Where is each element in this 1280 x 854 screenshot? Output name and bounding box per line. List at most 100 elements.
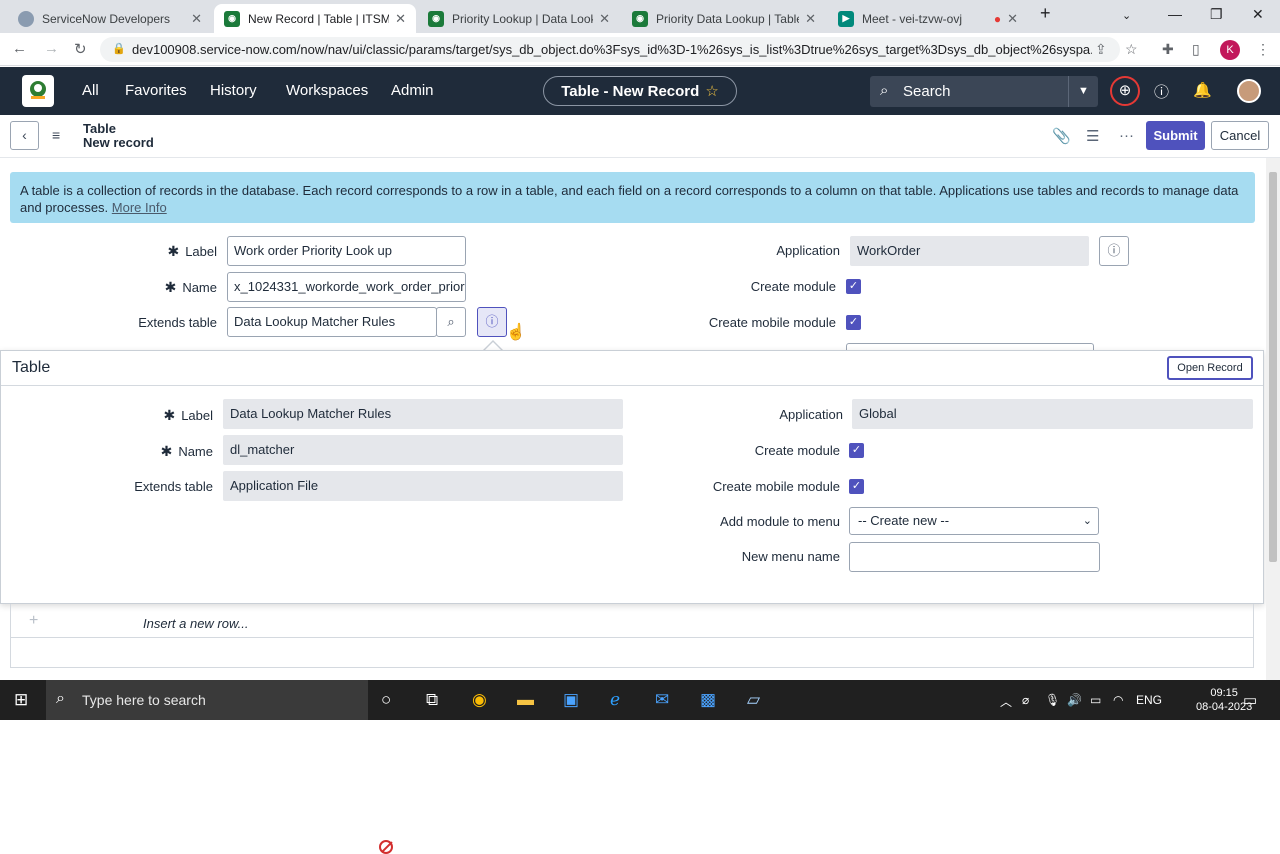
notepad-icon[interactable]: ▱ [747,690,760,710]
maximize-icon[interactable]: ❐ [1210,6,1223,23]
user-avatar[interactable] [1237,79,1261,103]
close-tab-icon[interactable]: ✕ [395,11,406,27]
company-logo[interactable] [22,75,54,107]
close-tab-icon[interactable]: ✕ [191,11,202,27]
url-field[interactable]: 🔒 dev100908.service-now.com/now/nav/ui/c… [100,37,1120,62]
nav-admin[interactable]: Admin [391,82,434,99]
back-button[interactable]: ‹ [10,121,39,150]
url-text: dev100908.service-now.com/now/nav/ui/cla… [132,42,1092,57]
nav-favorites[interactable]: Favorites [125,82,187,99]
insert-row-text: Insert a new row... [143,616,249,631]
edge-icon[interactable]: ℯ [610,690,620,710]
nav-all[interactable]: All [82,82,99,99]
close-window-icon[interactable]: ✕ [1252,6,1264,23]
more-info-link[interactable]: More Info [112,200,167,215]
attachment-icon[interactable]: 📎 [1052,127,1071,145]
nav-workspaces[interactable]: Workspaces [286,82,368,99]
context-pill[interactable]: Table - New Record ☆ [543,76,737,106]
mouse-pointer-icon: ☝ [506,324,526,341]
label-input[interactable]: Work order Priority Look up [227,236,466,266]
insert-row[interactable]: + Insert a new row... [11,604,1253,638]
popup-application-field-label: Application [779,407,843,422]
global-search[interactable]: ⌕ Search ▼ [870,76,1098,107]
file-explorer-icon[interactable]: ▬ [517,690,534,710]
windows-start-icon[interactable]: ⊞ [14,690,28,710]
mail-icon[interactable]: ✉ [655,690,669,710]
help-icon[interactable]: ⓘ [1154,81,1169,102]
label-field-label: ✱ Label [167,243,217,259]
wifi-icon[interactable]: ◠ [1113,693,1123,707]
form-title-new-record: New record [83,135,154,150]
share-icon[interactable]: ⇪ [1095,41,1107,58]
cortana-icon[interactable]: ○ [381,690,391,710]
profile-avatar[interactable]: K [1220,40,1240,60]
browser-tab-priority-lookup[interactable]: ◉ Priority Lookup | Data Looku ✕ [418,4,620,33]
show-hidden-icons-icon[interactable]: ︿ [1000,693,1012,710]
popup-new-menu-input[interactable] [849,542,1100,572]
favorite-star-icon[interactable]: ☆ [705,82,718,100]
notifications-bell-icon[interactable]: 🔔 [1193,81,1212,99]
tab-search-icon[interactable]: ⌄ [1122,9,1131,22]
popup-header: Table Open Record [1,351,1263,386]
chrome-icon[interactable]: ◉ [472,690,487,710]
new-tab-icon[interactable]: + [1040,3,1051,24]
page-scrollbar[interactable] [1266,158,1280,680]
microsoft-store-icon[interactable]: ▣ [563,690,579,710]
minimize-icon[interactable]: — [1168,6,1182,22]
application-value: WorkOrder [850,236,1089,266]
task-view-icon[interactable]: ⧉ [426,690,438,710]
extends-table-input[interactable]: Data Lookup Matcher Rules [227,307,437,337]
close-tab-icon[interactable]: ✕ [805,11,816,27]
context-menu-icon[interactable]: ≡ [52,127,60,143]
close-tab-icon[interactable]: ✕ [599,11,610,27]
taskbar-search[interactable]: ⌕ Type here to search [46,680,368,720]
browser-tab-servicenow-developers[interactable]: ServiceNow Developers ✕ [8,4,212,33]
close-tab-icon[interactable]: ✕ [1007,11,1018,27]
required-icon: ✱ [167,243,180,259]
notifications-muted-icon[interactable]: ⌀ [1022,693,1029,707]
extensions-icon[interactable]: ✚ [1162,41,1174,58]
popup-add-module-select[interactable]: -- Create new -- ⌄ [849,507,1099,535]
zoom-app-icon[interactable]: ▩ [700,690,716,710]
servicenow-favicon-icon: ◉ [428,10,444,27]
search-scope-dropdown-icon[interactable]: ▼ [1068,76,1098,107]
personalize-icon[interactable]: ☰ [1086,127,1099,145]
popup-application-value: Global [852,399,1253,429]
bookmark-star-icon[interactable]: ☆ [1125,41,1138,58]
back-icon[interactable]: ← [12,40,27,57]
cancel-button[interactable]: Cancel [1211,121,1269,150]
scrollbar-thumb[interactable] [1269,172,1277,562]
volume-icon[interactable]: 🔊 [1067,693,1082,707]
forward-icon[interactable]: → [44,40,59,57]
reload-icon[interactable]: ↻ [74,40,87,58]
lookup-search-icon[interactable]: ⌕ [436,307,466,337]
browser-tab-new-record[interactable]: ◉ New Record | Table | ITSM Mo ✕ [214,4,416,33]
create-module-checkbox[interactable]: ✓ [846,279,861,294]
context-pill-label: Table - New Record [561,82,700,100]
browser-menu-icon[interactable]: ⋮ [1256,41,1270,58]
search-label: Search [903,83,951,100]
create-mobile-module-checkbox[interactable]: ✓ [846,315,861,330]
submit-button[interactable]: Submit [1146,121,1205,150]
language-indicator[interactable]: ENG [1136,693,1162,707]
info-banner: A table is a collection of records in th… [10,172,1255,223]
popup-name-value: dl_matcher [223,435,623,465]
battery-icon[interactable]: ▭ [1090,693,1101,707]
required-icon: ✱ [163,407,176,423]
more-options-icon[interactable]: ··· [1119,127,1134,144]
form-title: Table New record [83,122,154,150]
reference-info-icon[interactable]: ⓘ [477,307,507,337]
extends-table-field-label: Extends table [138,315,217,330]
tab-title: ServiceNow Developers [42,11,171,26]
nav-history[interactable]: History [210,82,257,99]
name-input[interactable]: x_1024331_workorde_work_order_prior [227,272,466,302]
browser-tab-priority-data-lookup[interactable]: ◉ Priority Data Lookup | Table | ✕ [622,4,826,33]
action-center-icon[interactable]: ▭ [1243,691,1257,709]
application-info-icon[interactable]: ⓘ [1099,236,1129,266]
add-row-icon: + [29,612,39,629]
microphone-icon[interactable]: 🎙 [1045,693,1060,707]
side-panel-icon[interactable]: ▯ [1192,41,1200,58]
browser-tab-meet[interactable]: ▶ Meet - vei-tzvw-ovj ● ✕ [828,4,1028,33]
scope-globe-icon[interactable]: ⊕ [1110,76,1140,106]
open-record-button[interactable]: Open Record [1167,356,1253,380]
